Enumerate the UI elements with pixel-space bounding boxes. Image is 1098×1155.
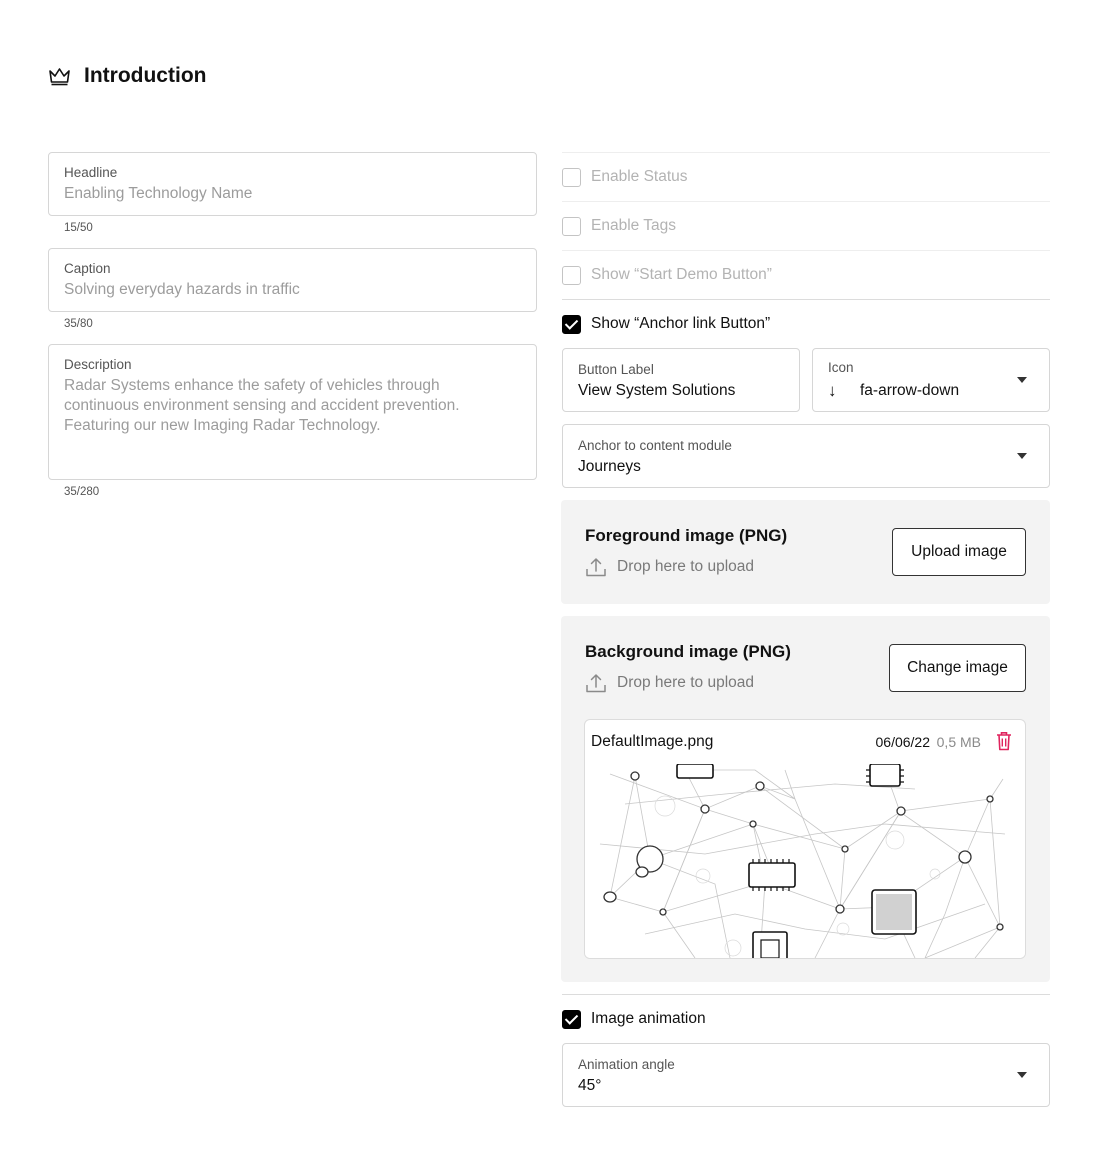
anchor-module-value: Journeys	[578, 458, 641, 475]
enable-tags-label: Enable Tags	[591, 217, 677, 234]
divider	[562, 994, 1050, 995]
foreground-drop-text: Drop here to upload	[617, 558, 755, 575]
icon-select-label: Icon	[828, 360, 854, 375]
button-label-field[interactable]: Button Label View System Solutions	[562, 348, 800, 412]
headline-field[interactable]: Headline Enabling Technology Name	[48, 152, 537, 216]
button-label-value: View System Solutions	[578, 382, 736, 399]
divider	[562, 250, 1050, 251]
chevron-down-icon	[1017, 377, 1027, 383]
caption-counter: 35/80	[64, 318, 93, 330]
chevron-down-icon	[1017, 1072, 1027, 1078]
start-demo-checkbox[interactable]	[562, 265, 581, 285]
caption-label: Caption	[64, 261, 111, 276]
animation-angle-value: 45°	[578, 1077, 602, 1094]
file-card: DefaultImage.png 06/06/22 0,5 MB	[584, 719, 1026, 959]
button-label-label: Button Label	[578, 362, 654, 377]
file-name: DefaultImage.png	[591, 733, 714, 750]
trash-icon[interactable]	[996, 731, 1012, 751]
divider	[562, 299, 1050, 300]
enable-status-checkbox[interactable]	[562, 167, 581, 187]
enable-tags-option[interactable]: Enable Tags	[562, 214, 676, 238]
headline-label: Headline	[64, 165, 118, 180]
page-header: Introduction	[48, 62, 206, 90]
caption-placeholder: Solving everyday hazards in traffic	[64, 281, 300, 298]
background-dropzone[interactable]: Drop here to upload	[585, 672, 754, 694]
description-counter: 35/280	[64, 486, 100, 498]
change-image-button[interactable]: Change image	[889, 644, 1026, 692]
description-field[interactable]: Description Radar Systems enhance the sa…	[48, 344, 537, 480]
image-animation-label: Image animation	[591, 1010, 706, 1027]
divider	[562, 152, 1050, 153]
animation-angle-select[interactable]: Animation angle 45°	[562, 1043, 1050, 1107]
animation-angle-label: Animation angle	[578, 1057, 675, 1072]
chevron-down-icon	[1017, 453, 1027, 459]
foreground-image-panel: Foreground image (PNG) Drop here to uplo…	[561, 500, 1050, 604]
background-image-title: Background image (PNG)	[585, 642, 791, 661]
icon-select-value: fa-arrow-down	[860, 382, 960, 399]
background-drop-text: Drop here to upload	[617, 674, 755, 691]
image-animation-option[interactable]: Image animation	[562, 1007, 706, 1031]
divider	[562, 201, 1050, 202]
background-image-panel: Background image (PNG) Drop here to uplo…	[561, 616, 1050, 982]
enable-status-option[interactable]: Enable Status	[562, 165, 688, 189]
network-preview-image	[585, 764, 1025, 958]
crown-icon	[49, 68, 70, 86]
upload-icon	[586, 674, 606, 693]
start-demo-option[interactable]: Show “Start Demo Button”	[562, 263, 772, 287]
description-placeholder: Radar Systems enhance the safety of vehi…	[64, 377, 460, 434]
anchor-link-checkbox[interactable]	[562, 314, 581, 334]
page-title: Introduction	[84, 64, 207, 87]
file-date: 06/06/22	[875, 734, 931, 750]
start-demo-label: Show “Start Demo Button”	[591, 266, 772, 283]
anchor-module-label: Anchor to content module	[578, 438, 732, 453]
enable-tags-checkbox[interactable]	[562, 216, 581, 236]
anchor-module-select[interactable]: Anchor to content module Journeys	[562, 424, 1050, 488]
caption-field[interactable]: Caption Solving everyday hazards in traf…	[48, 248, 537, 312]
foreground-dropzone[interactable]: Drop here to upload	[585, 556, 754, 578]
icon-select[interactable]: Icon ↓ fa-arrow-down	[812, 348, 1050, 412]
anchor-link-option[interactable]: Show “Anchor link Button”	[562, 312, 770, 336]
anchor-link-label: Show “Anchor link Button”	[591, 315, 771, 332]
headline-placeholder: Enabling Technology Name	[64, 185, 253, 202]
foreground-image-title: Foreground image (PNG)	[585, 526, 788, 545]
upload-icon	[586, 558, 606, 577]
image-animation-checkbox[interactable]	[562, 1009, 581, 1029]
headline-counter: 15/50	[64, 222, 93, 234]
file-size: 0,5 MB	[936, 734, 981, 750]
upload-image-button[interactable]: Upload image	[892, 528, 1026, 576]
enable-status-label: Enable Status	[591, 168, 688, 185]
description-label: Description	[64, 357, 132, 372]
arrow-down-icon: ↓	[828, 381, 837, 400]
